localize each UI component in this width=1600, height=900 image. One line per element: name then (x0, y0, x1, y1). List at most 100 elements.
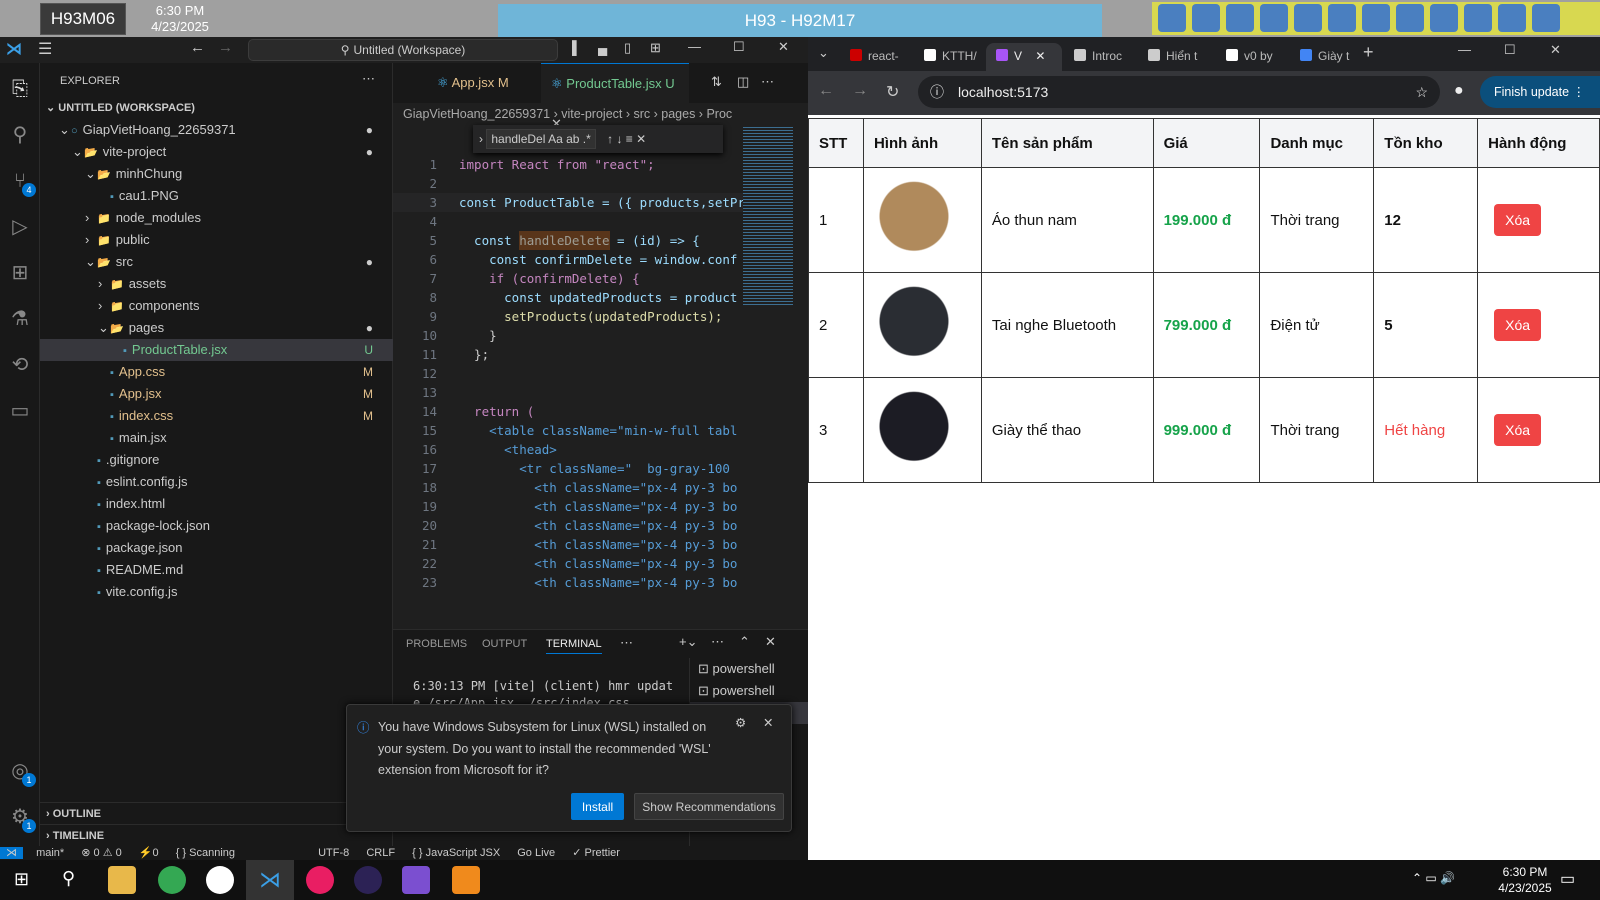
settings-gear-icon[interactable]: ⚙ 1 (8, 805, 36, 833)
close-tab-icon[interactable]: ✕ (1035, 49, 1045, 63)
close-panel-icon[interactable]: ✕ (765, 634, 776, 650)
next-match-icon[interactable]: ↓ (616, 132, 622, 146)
tree-item[interactable]: ▪ README.md (40, 559, 393, 581)
tree-item[interactable]: › 📁 public (40, 229, 393, 251)
tree-item[interactable]: ▪ index.css M (40, 405, 393, 427)
notifications-icon[interactable]: ▭ (1560, 869, 1575, 889)
tab-search-icon[interactable]: ⌄ (818, 45, 829, 61)
browser-tab[interactable]: Giày t (1290, 43, 1362, 71)
new-terminal-icon[interactable]: +⌄ (679, 634, 697, 650)
terminal-item[interactable]: ⊡ powershell (690, 680, 808, 702)
close-icon[interactable]: ✕ (1550, 42, 1561, 58)
toggle-panel-icon[interactable]: ▄ (598, 40, 607, 55)
tab-app-jsx[interactable]: ⚛ App.jsx M (427, 63, 519, 103)
close-find-icon[interactable]: ✕ (636, 132, 646, 146)
prev-match-icon[interactable]: ↑ (607, 132, 613, 146)
more-icon[interactable]: ⋯ (761, 74, 774, 90)
tree-item[interactable]: ▪ App.jsx M (40, 383, 393, 405)
delete-button[interactable]: Xóa (1494, 309, 1542, 341)
timeline-section[interactable]: › TIMELINE (40, 824, 393, 846)
menu-icon[interactable]: ☰ (38, 39, 52, 59)
tool-icon[interactable] (1260, 4, 1288, 32)
tool-icon[interactable] (1362, 4, 1390, 32)
taskbar-clock[interactable]: 6:30 PM 4/23/2025 (1480, 864, 1570, 896)
tree-item[interactable]: › 📁 components (40, 295, 393, 317)
tool-icon[interactable] (1226, 4, 1254, 32)
breadcrumb-item[interactable]: vite-project (561, 107, 622, 121)
find-in-selection-icon[interactable]: ≡ (626, 132, 633, 146)
profile-icon[interactable]: ● (1454, 82, 1464, 100)
tree-item[interactable]: ⌄📂 pages ● (40, 317, 393, 339)
tool-icon[interactable] (1430, 4, 1458, 32)
tree-item[interactable]: ⌄○ GiapVietHoang_22659371 ● (40, 119, 393, 141)
search-icon[interactable]: ⚲ (8, 123, 32, 147)
tree-item[interactable]: ▪ main.jsx (40, 427, 393, 449)
vscode-taskbar-icon[interactable]: ⋊ (246, 860, 294, 900)
run-debug-icon[interactable]: ▷ (8, 215, 32, 239)
tree-item[interactable]: ▪ .gitignore (40, 449, 393, 471)
tree-item[interactable]: ▪ index.html (40, 493, 393, 515)
more-actions-icon[interactable]: ⋯ (362, 71, 375, 87)
app-icon[interactable] (206, 866, 234, 894)
forward-icon[interactable]: → (852, 82, 868, 100)
tool-icon[interactable] (1328, 4, 1356, 32)
find-input[interactable]: handleDel Aa ab .* (486, 129, 596, 149)
install-button[interactable]: Install (571, 793, 624, 820)
tab-producttable-jsx[interactable]: ⚛ ProductTable.jsx U ✕ (541, 63, 689, 131)
address-bar[interactable]: ⓘ localhost:5173 ☆ (918, 76, 1440, 108)
layout-icon[interactable]: ⊞ (650, 40, 661, 56)
tool-icon[interactable] (1396, 4, 1424, 32)
delete-button[interactable]: Xóa (1494, 414, 1542, 446)
browser-tab[interactable]: KTTH/ (914, 43, 986, 71)
remote-icon[interactable]: ⟲ (8, 353, 32, 377)
pdf-icon[interactable] (452, 866, 480, 894)
tree-item[interactable]: ▪ cau1.PNG (40, 185, 393, 207)
source-control-icon[interactable]: ⑂ 4 (8, 169, 36, 197)
tree-item[interactable]: › 📁 assets (40, 273, 393, 295)
tab-terminal[interactable]: TERMINAL (546, 638, 602, 654)
browser-tab[interactable]: Introc (1064, 43, 1136, 71)
extensions-icon[interactable]: ⊞ (8, 261, 32, 285)
tree-item[interactable]: ▪ vite.config.js (40, 581, 393, 603)
remote-indicator[interactable]: ⋊ (0, 847, 23, 859)
status-problems[interactable]: ⊗ 0 ⚠ 0 (81, 847, 121, 859)
browser-tab[interactable]: Hiển t (1138, 43, 1210, 71)
explorer-icon[interactable]: ⎘ (8, 77, 32, 101)
tree-item[interactable]: ▪ ProductTable.jsx U (40, 339, 393, 361)
toggle-sidebar-icon[interactable]: ▌ (572, 40, 581, 55)
tool-icon[interactable] (1158, 4, 1186, 32)
site-info-icon[interactable]: ⓘ (930, 84, 944, 100)
browser-tab[interactable]: V ✕ (986, 43, 1062, 71)
file-explorer-icon[interactable] (108, 866, 136, 894)
breadcrumb-item[interactable]: pages (661, 107, 695, 121)
finish-update-button[interactable]: Finish update ⋮ (1480, 76, 1600, 108)
command-center-search[interactable]: ⚲ Untitled (Workspace) (248, 39, 558, 61)
testing-icon[interactable]: ⚗ (8, 307, 32, 331)
maximize-panel-icon[interactable]: ⌃ (739, 634, 750, 650)
search-icon[interactable]: ⚲ (62, 868, 75, 889)
delete-button[interactable]: Xóa (1494, 204, 1542, 236)
status-prettier[interactable]: ✓ Prettier (572, 847, 620, 859)
notification-settings-icon[interactable]: ⚙ (735, 715, 746, 730)
more-icon[interactable]: ⋯ (620, 635, 633, 651)
breadcrumb-item[interactable]: Proc (706, 107, 732, 121)
breadcrumb-item[interactable]: GiapVietHoang_22659371 (403, 107, 550, 121)
status-go-live[interactable]: Go Live (517, 847, 555, 859)
status-encoding[interactable]: UTF-8 (318, 847, 349, 859)
chat-icon[interactable]: ▭ (8, 399, 32, 423)
more-icon[interactable]: ⋯ (711, 634, 724, 650)
minimize-icon[interactable]: — (1458, 42, 1471, 57)
code-editor[interactable]: 1 import React from "react"; 2 3 const Produ… (393, 155, 743, 629)
accounts-icon[interactable]: ◎ 1 (8, 759, 36, 787)
minimize-icon[interactable]: — (688, 39, 701, 54)
compare-icon[interactable]: ⇅ (711, 74, 722, 90)
terminal-item[interactable]: ⊡ powershell (690, 658, 808, 680)
split-editor-icon[interactable]: ◫ (737, 74, 749, 90)
tree-item[interactable]: › 📁 node_modules (40, 207, 393, 229)
toggle-secondary-icon[interactable]: ▯ (624, 40, 631, 56)
new-tab-icon[interactable]: + (1363, 42, 1374, 63)
maximize-icon[interactable]: ☐ (1504, 42, 1516, 58)
tool-icon[interactable] (1464, 4, 1492, 32)
tree-item[interactable]: ▪ eslint.config.js (40, 471, 393, 493)
start-icon[interactable]: ⊞ (14, 869, 29, 890)
